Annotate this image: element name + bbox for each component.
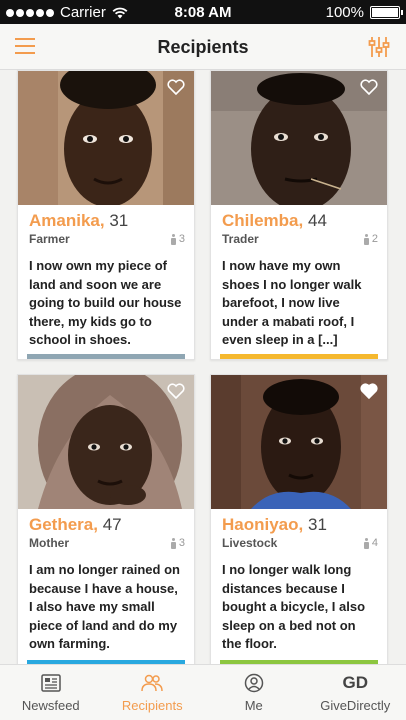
card-accent-bar — [27, 354, 185, 359]
people-icon — [140, 673, 164, 693]
person-icon — [171, 233, 177, 245]
newspaper-icon — [41, 673, 61, 693]
battery-percent: 100% — [325, 4, 364, 21]
recipient-quote: I now have my own shoes I no longer walk… — [222, 258, 362, 347]
family-size: 4 — [364, 537, 378, 549]
recipient-name-row: Gethera, 47 — [29, 515, 185, 535]
recipient-card[interactable]: Gethera, 47 Mother 3 I am no longer rain… — [17, 374, 195, 666]
recipient-occupation: Mother — [29, 536, 69, 550]
tab-newsfeed[interactable]: Newsfeed — [0, 665, 102, 720]
recipient-name-row: Chilemba, 44 — [222, 211, 378, 231]
recipient-card[interactable]: Haoniyao, 31 Livestock 4 I no longer wal… — [210, 374, 388, 666]
gd-logo-icon: GD — [343, 673, 369, 693]
person-icon — [171, 537, 177, 549]
recipient-occupation: Farmer — [29, 232, 70, 246]
recipient-age: 44 — [307, 211, 327, 230]
recipient-meta-row: Trader 2 — [222, 232, 378, 246]
page-title: Recipients — [157, 37, 249, 57]
person-icon — [364, 537, 370, 549]
family-count: 2 — [371, 233, 378, 245]
tab-me[interactable]: Me — [203, 665, 305, 720]
recipient-occupation: Livestock — [222, 536, 278, 550]
recipient-name-row: Haoniyao, 31 — [222, 515, 378, 535]
recipient-info: Amanika, 31 Farmer 3 I now own my piece … — [18, 205, 194, 350]
recipient-name: Gethera, — [29, 515, 98, 534]
family-size: 2 — [364, 233, 378, 245]
filter-sliders-icon[interactable] — [368, 35, 390, 59]
recipient-age: 47 — [102, 515, 122, 534]
recipient-card[interactable]: Amanika, 31 Farmer 3 I now own my piece … — [17, 70, 195, 360]
recipient-name: Haoniyao, — [222, 515, 304, 534]
profile-icon — [244, 673, 264, 693]
tab-label: GiveDirectly — [320, 698, 391, 713]
recipient-quote: I now own my piece of land and soon we a… — [29, 258, 182, 347]
tab-label: Newsfeed — [21, 698, 80, 713]
recipient-meta-row: Farmer 3 — [29, 232, 185, 246]
navigation-bar: Recipients — [0, 24, 406, 70]
card-accent-bar — [220, 354, 378, 359]
tab-label: Recipients — [121, 698, 183, 713]
family-count: 4 — [371, 537, 378, 549]
recipient-name: Amanika, — [29, 211, 105, 230]
tab-recipients[interactable]: Recipients — [102, 665, 204, 720]
tab-label: Me — [244, 698, 263, 713]
recipient-quote: I no longer walk long distances because … — [222, 562, 366, 651]
recipient-name: Chilemba, — [222, 211, 304, 230]
battery-icon — [370, 6, 403, 19]
recipient-age: 31 — [307, 515, 327, 534]
favorite-heart-icon[interactable] — [360, 79, 378, 95]
recipient-quote: I am no longer rained on because I have … — [29, 562, 180, 651]
recipient-occupation: Trader — [222, 232, 259, 246]
recipient-card[interactable]: Chilemba, 44 Trader 2 I now have my own … — [210, 70, 388, 360]
family-size: 3 — [171, 537, 185, 549]
family-count: 3 — [178, 233, 185, 245]
tab-bar: Newsfeed Recipients Me GD GiveDirectly — [0, 664, 406, 720]
family-count: 3 — [178, 537, 185, 549]
tab-givedirectly[interactable]: GD GiveDirectly — [305, 665, 406, 720]
recipient-name-row: Amanika, 31 — [29, 211, 185, 231]
status-bar: Carrier 8:08 AM 100% — [0, 0, 406, 24]
recipient-meta-row: Livestock 4 — [222, 536, 378, 550]
recipient-info: Gethera, 47 Mother 3 I am no longer rain… — [18, 509, 194, 654]
status-right: 100% — [325, 4, 403, 21]
gd-logo: GD — [342, 673, 369, 692]
recipient-info: Chilemba, 44 Trader 2 I now have my own … — [211, 205, 387, 350]
person-icon — [364, 233, 370, 245]
family-size: 3 — [171, 233, 185, 245]
recipient-info: Haoniyao, 31 Livestock 4 I no longer wal… — [211, 509, 387, 654]
recipient-meta-row: Mother 3 — [29, 536, 185, 550]
favorite-heart-icon[interactable] — [360, 383, 378, 399]
favorite-heart-icon[interactable] — [167, 79, 185, 95]
favorite-heart-icon[interactable] — [167, 383, 185, 399]
recipient-age: 31 — [109, 211, 129, 230]
